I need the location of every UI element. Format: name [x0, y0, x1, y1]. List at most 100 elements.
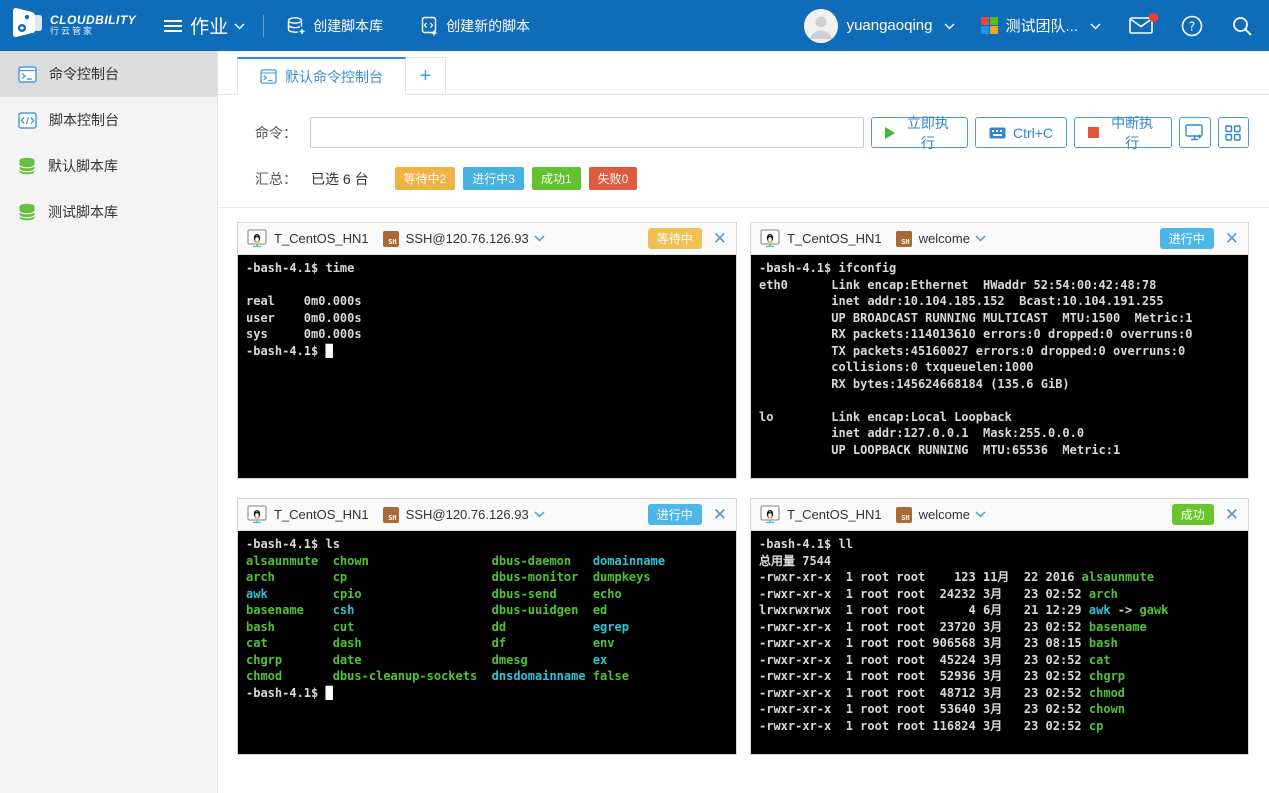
session-label[interactable]: SSH@120.76.126.93 — [406, 507, 529, 522]
session-chevron-down-icon[interactable] — [534, 511, 545, 518]
status-badge: 进行中 — [1160, 228, 1214, 249]
console-tabstrip: 默认命令控制台 + — [218, 51, 1269, 95]
host-name: T_CentOS_HN1 — [274, 507, 369, 522]
tab-default-command-console[interactable]: 默认命令控制台 — [237, 57, 406, 95]
console-panel-header: T_CentOS_HN1 SH SSH@120.76.126.93 进行中 ✕ — [238, 499, 736, 531]
sidebar-item-default-script-repo[interactable]: 默认脚本库 — [0, 143, 217, 189]
terminal-screen[interactable]: -bash-4.1$ ll总用量 7544-rwxr-xr-x 1 root r… — [751, 531, 1248, 754]
notification-dot — [1149, 13, 1158, 22]
sidebar-item-script-console[interactable]: 脚本控制台 — [0, 97, 217, 143]
brand-logo[interactable]: CLOUDBILITY 行云管家 — [10, 7, 136, 44]
ssh-session-icon: SH — [383, 231, 399, 247]
chevron-down-icon — [234, 17, 245, 35]
sidebar-item-command-console[interactable]: 命令控制台 — [0, 51, 217, 97]
search-button[interactable] — [1231, 15, 1253, 37]
session-label[interactable]: welcome — [919, 231, 970, 246]
status-badge: 成功 — [1172, 504, 1214, 525]
status-badge: 等待中 — [648, 228, 702, 249]
summary-row: 汇总： 已选 6 台 等待中2 进行中3 成功1 失败0 — [255, 167, 1249, 190]
script-icon — [18, 112, 37, 129]
close-icon[interactable]: ✕ — [713, 230, 727, 247]
console-panel: T_CentOS_HN1 SH SSH@120.76.126.93 等待中 ✕ … — [237, 222, 737, 479]
host-name: T_CentOS_HN1 — [274, 231, 369, 246]
stop-icon — [1088, 127, 1099, 138]
interrupt-button[interactable]: 中断执行 — [1074, 117, 1172, 148]
create-new-script-button[interactable]: 创建新的脚本 — [421, 16, 530, 36]
jobs-menu-label: 作业 — [190, 12, 228, 39]
sidebar-item-label: 命令控制台 — [49, 64, 119, 84]
team-chevron-down-icon[interactable] — [1090, 17, 1101, 35]
session-chevron-down-icon[interactable] — [975, 511, 986, 518]
selected-count: 已选 6 台 — [311, 169, 369, 189]
play-icon — [885, 127, 895, 139]
console-panel: T_CentOS_HN1 SH welcome 成功 ✕ -bash-4.1$ … — [750, 498, 1249, 755]
sidebar-item-test-script-repo[interactable]: 测试脚本库 — [0, 189, 217, 235]
database-plus-icon — [286, 16, 306, 36]
session-chevron-down-icon[interactable] — [975, 235, 986, 242]
host-name: T_CentOS_HN1 — [787, 231, 882, 246]
terminal-icon — [18, 66, 37, 83]
main-area: 默认命令控制台 + 命令： 立即执行 Ctrl+C 中断执行 汇总： 已选 6 … — [218, 51, 1269, 793]
create-script-repo-button[interactable]: 创建脚本库 — [286, 16, 383, 36]
session-chevron-down-icon[interactable] — [534, 235, 545, 242]
team-grid-icon — [981, 17, 998, 34]
terminal-screen[interactable]: -bash-4.1$ lsalsaunmute chown dbus-daemo… — [238, 531, 736, 754]
run-now-button[interactable]: 立即执行 — [871, 117, 968, 148]
console-panel-header: T_CentOS_HN1 SH welcome 进行中 ✕ — [751, 223, 1248, 255]
summary-label: 汇总： — [255, 169, 297, 189]
database-icon — [18, 203, 36, 221]
topbar-divider — [263, 15, 264, 37]
console-panel: T_CentOS_HN1 SH welcome 进行中 ✕ -bash-4.1$… — [750, 222, 1249, 479]
user-name[interactable]: yuangaoqing — [847, 17, 933, 34]
session-label[interactable]: welcome — [919, 507, 970, 522]
close-icon[interactable]: ✕ — [713, 506, 727, 523]
running-count-badge: 进行中3 — [463, 167, 524, 190]
sidebar-item-label: 测试脚本库 — [48, 202, 118, 222]
document-plus-icon — [421, 16, 439, 36]
grid-icon — [1225, 125, 1241, 141]
jobs-menu[interactable]: 作业 — [164, 12, 245, 39]
add-console-button[interactable] — [1179, 117, 1210, 148]
ssh-session-icon: SH — [383, 507, 399, 523]
database-icon — [18, 157, 36, 175]
monitor-plus-icon — [1185, 124, 1204, 141]
console-panel-header: T_CentOS_HN1 SH SSH@120.76.126.93 等待中 ✕ — [238, 223, 736, 255]
grid-layout-button[interactable] — [1218, 117, 1249, 148]
sidebar-item-label: 脚本控制台 — [49, 110, 119, 130]
add-tab-button[interactable]: + — [406, 57, 446, 95]
tab-label: 默认命令控制台 — [285, 67, 383, 87]
linux-host-icon — [247, 229, 267, 248]
command-input[interactable] — [310, 117, 864, 148]
close-icon[interactable]: ✕ — [1225, 230, 1239, 247]
help-button[interactable]: ? — [1181, 15, 1203, 37]
user-avatar[interactable] — [804, 9, 838, 43]
terminal-screen[interactable]: -bash-4.1$ time real 0m0.000suser 0m0.00… — [238, 255, 736, 478]
cloudbility-logo-icon — [10, 7, 44, 44]
status-badge: 进行中 — [648, 504, 702, 525]
linux-host-icon — [247, 505, 267, 524]
sidebar-item-label: 默认脚本库 — [48, 156, 118, 176]
host-name: T_CentOS_HN1 — [787, 507, 882, 522]
section-divider — [218, 207, 1269, 208]
brand-subtitle: 行云管家 — [50, 27, 136, 36]
create-script-repo-label: 创建脚本库 — [313, 16, 383, 36]
console-panel-header: T_CentOS_HN1 SH welcome 成功 ✕ — [751, 499, 1248, 531]
search-icon — [1231, 15, 1253, 37]
ctrl-c-button[interactable]: Ctrl+C — [975, 117, 1067, 148]
svg-text:?: ? — [1189, 19, 1195, 33]
hamburger-icon — [164, 17, 182, 35]
messages-button[interactable] — [1129, 17, 1153, 34]
linux-host-icon — [760, 229, 780, 248]
topbar: CLOUDBILITY 行云管家 作业 创建脚本库 创建新的脚本 yuangao… — [0, 0, 1269, 51]
terminal-screen[interactable]: -bash-4.1$ ifconfigeth0 Link encap:Ether… — [751, 255, 1248, 478]
keyboard-icon — [989, 127, 1006, 139]
create-new-script-label: 创建新的脚本 — [446, 16, 530, 36]
ssh-session-icon: SH — [896, 231, 912, 247]
help-icon: ? — [1181, 15, 1203, 37]
team-selector[interactable]: 测试团队... — [1005, 15, 1078, 36]
waiting-count-badge: 等待中2 — [395, 167, 456, 190]
ssh-session-icon: SH — [896, 507, 912, 523]
user-chevron-down-icon[interactable] — [944, 17, 955, 35]
session-label[interactable]: SSH@120.76.126.93 — [406, 231, 529, 246]
close-icon[interactable]: ✕ — [1225, 506, 1239, 523]
